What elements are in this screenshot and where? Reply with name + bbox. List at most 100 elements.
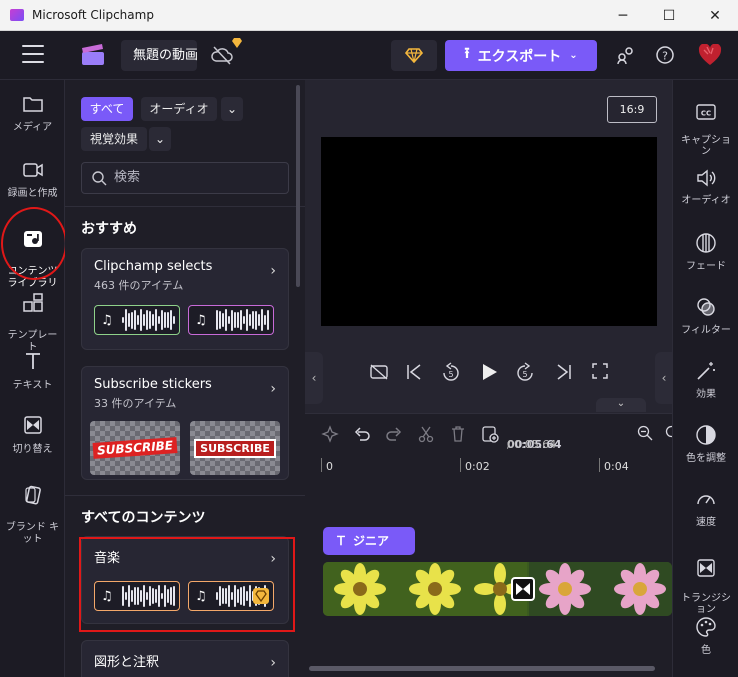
subscribe-sticker: SUBSCRIBE xyxy=(92,437,178,459)
nav-fade[interactable]: フェード xyxy=(673,232,738,272)
filter-visual-chip[interactable]: 視覚効果 xyxy=(81,127,147,151)
zoom-out-icon[interactable] xyxy=(637,425,653,445)
filter-visual-dropdown[interactable]: ⌄ xyxy=(149,127,171,151)
filter-all-chip[interactable]: すべて xyxy=(81,97,133,121)
text-clip-label: ジニア xyxy=(353,534,390,548)
music-track-thumb[interactable]: ♫ xyxy=(188,305,274,335)
text-clip-icon: Ｔ xyxy=(335,534,348,548)
nav-text-label: テキスト xyxy=(12,380,53,391)
nav-transition[interactable]: トランジシ ョン xyxy=(673,546,738,615)
upload-icon: ⭱ xyxy=(464,44,470,62)
close-button[interactable]: ✕ xyxy=(692,0,738,31)
ruler-tick xyxy=(599,458,600,472)
premium-button[interactable] xyxy=(391,40,437,71)
timeline-ruler[interactable]: 0 0:02 0:04 xyxy=(321,458,672,478)
text-clip[interactable]: Ｔ ジニア xyxy=(323,527,415,555)
effects-icon xyxy=(697,362,715,380)
chevron-down-icon: ⌄ xyxy=(569,50,578,61)
nav-brand-kit[interactable]: ブランド キ ット xyxy=(0,472,65,546)
transition-icon xyxy=(516,583,530,595)
nav-text[interactable]: テキスト xyxy=(0,350,65,391)
subscribe-sticker: SUBSCRIBE xyxy=(194,438,276,458)
nav-audio[interactable]: オーディオ xyxy=(673,168,738,206)
speed-icon xyxy=(697,495,715,505)
nav-adjust-color[interactable]: 色を調整 xyxy=(673,424,738,464)
undo-icon[interactable] xyxy=(353,425,371,447)
subscribe-stickers-card[interactable]: Subscribe stickers 33 件のアイテム › SUBSCRIBE… xyxy=(81,366,289,480)
nav-record-create[interactable]: 録画と作成 xyxy=(0,160,65,199)
nav-captions[interactable]: CC キャプショ ン xyxy=(673,92,738,157)
camera-icon xyxy=(22,163,43,177)
filter-icon xyxy=(697,298,715,316)
music-track-thumb[interactable]: ♫ xyxy=(94,305,180,335)
maximize-button[interactable]: ☐ xyxy=(646,0,692,31)
waveform-bar xyxy=(148,310,151,330)
nav-speed[interactable]: 速度 xyxy=(673,488,738,528)
waveform-bar xyxy=(218,311,221,329)
sticker-thumb[interactable]: SUBSCRIBE xyxy=(90,421,180,475)
nav-filters[interactable]: フィルター xyxy=(673,296,738,336)
nav-effects-label: 効果 xyxy=(696,389,716,400)
export-button[interactable]: ⭱ エクスポート ⌄ xyxy=(445,40,597,71)
filter-audio-chip[interactable]: オーディオ xyxy=(141,97,217,121)
templates-icon xyxy=(22,293,43,312)
add-media-icon[interactable] xyxy=(481,425,499,447)
search-input[interactable]: 検索 xyxy=(81,162,289,194)
svg-text:5: 5 xyxy=(522,370,527,379)
transitions-icon xyxy=(23,416,42,434)
waveform xyxy=(215,308,269,332)
nav-transitions[interactable]: 切り替え xyxy=(0,414,65,455)
aspect-ratio-button[interactable]: 16:9 xyxy=(607,96,657,123)
nav-color[interactable]: 色 xyxy=(673,616,738,656)
transition-button[interactable] xyxy=(511,577,535,601)
video-preview[interactable] xyxy=(321,137,657,326)
nav-speed-label: 速度 xyxy=(696,517,716,528)
skip-end-icon[interactable] xyxy=(555,362,573,386)
shapes-annotations-card[interactable]: 図形と注釈 › xyxy=(81,640,289,677)
yellow-flower-thumb xyxy=(409,563,461,615)
redo-icon[interactable] xyxy=(385,425,403,447)
panel-scrollbar[interactable] xyxy=(296,85,300,287)
minimize-button[interactable]: ─ xyxy=(600,0,646,31)
filter-audio-dropdown[interactable]: ⌄ xyxy=(221,97,243,121)
nav-templates[interactable]: テンプレー ト xyxy=(0,280,65,354)
waveform-bar xyxy=(266,309,269,331)
right-sidebar: CC キャプショ ン オーディオ フェード フィルター 効果 色を調整 速度 ト… xyxy=(672,80,738,677)
expand-timeline-toggle[interactable]: ⌄ xyxy=(596,398,646,412)
text-icon xyxy=(25,353,40,369)
menu-icon[interactable] xyxy=(22,45,44,63)
nav-effects[interactable]: 効果 xyxy=(673,360,738,400)
delete-icon[interactable] xyxy=(449,425,467,447)
help-icon[interactable]: ? xyxy=(654,44,676,66)
waveform-bar xyxy=(236,312,239,328)
waveform-bar xyxy=(169,309,172,331)
share-icon[interactable] xyxy=(614,44,636,66)
timeline-scrollbar[interactable] xyxy=(309,666,655,671)
waveform-bar xyxy=(166,312,169,328)
avatar[interactable] xyxy=(698,43,722,67)
magic-icon[interactable] xyxy=(321,425,339,447)
project-name-field[interactable]: 無題の動画 xyxy=(121,40,197,71)
ruler-label: 0 xyxy=(326,460,333,473)
clipchamp-selects-card[interactable]: Clipchamp selects 463 件のアイテム › ♫ ♫ xyxy=(81,248,289,350)
waveform-bar xyxy=(145,310,148,330)
hide-preview-icon[interactable] xyxy=(369,362,389,386)
music-note-icon: ♫ xyxy=(101,312,113,328)
cloud-offline-icon[interactable] xyxy=(211,45,233,65)
rewind-5-icon[interactable]: 5 xyxy=(441,362,461,388)
search-placeholder: 検索 xyxy=(114,170,141,185)
nav-adjust-color-label: 色を調整 xyxy=(686,453,726,464)
card-subtitle: 33 件のアイテム xyxy=(94,397,177,410)
forward-5-icon[interactable]: 5 xyxy=(515,362,535,388)
all-content-heading: すべてのコンテンツ xyxy=(81,510,206,526)
skip-start-icon[interactable] xyxy=(405,362,423,386)
video-clip[interactable] xyxy=(323,562,672,616)
collapse-right-panel[interactable]: ‹ xyxy=(655,352,673,404)
brand-kit-icon xyxy=(24,485,41,505)
play-button[interactable] xyxy=(479,362,499,386)
nav-media[interactable]: メディア xyxy=(0,94,65,133)
fullscreen-icon[interactable] xyxy=(591,362,609,384)
sticker-thumb[interactable]: SUBSCRIBE xyxy=(190,421,280,475)
yellow-flower-thumb xyxy=(334,563,386,615)
split-icon[interactable] xyxy=(417,425,435,447)
